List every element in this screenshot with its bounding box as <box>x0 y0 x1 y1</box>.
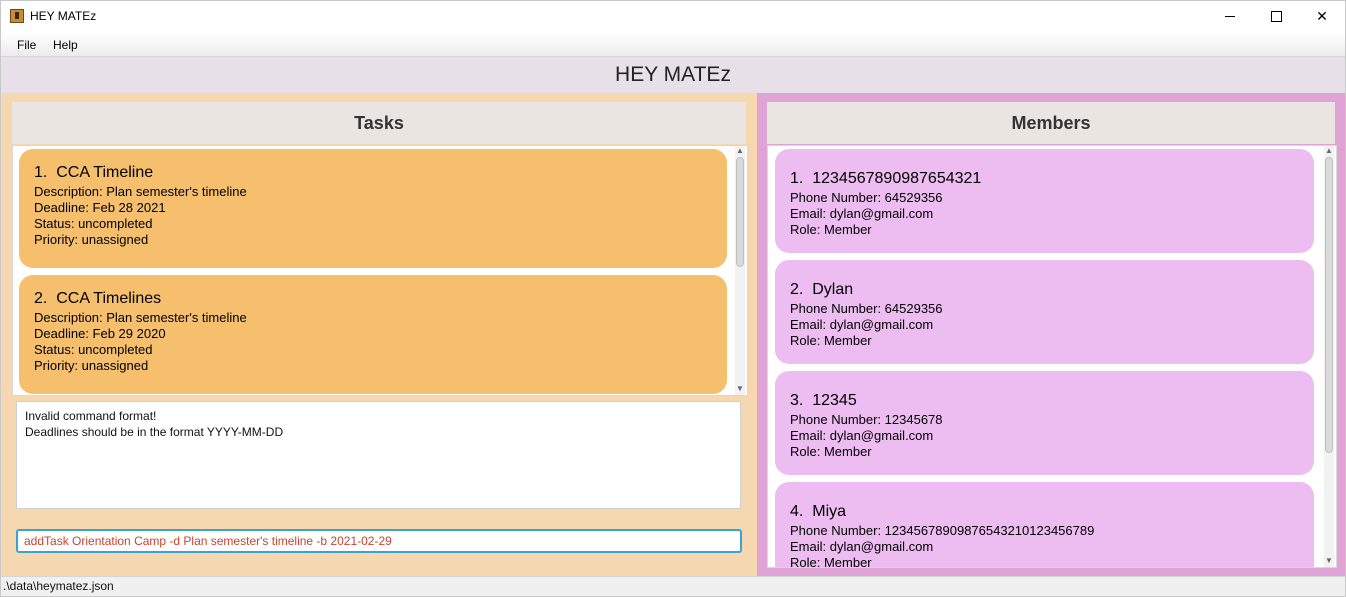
maximize-icon <box>1270 11 1282 22</box>
member-role: Role: Member <box>790 555 872 568</box>
scroll-thumb[interactable] <box>1325 157 1333 453</box>
member-title: 2. Dylan <box>790 280 1299 300</box>
member-index: 2. <box>790 281 804 298</box>
maximize-button[interactable] <box>1253 1 1299 32</box>
tasks-heading: Tasks <box>12 102 746 144</box>
task-index: 1. <box>34 164 48 181</box>
member-index: 3. <box>790 392 804 409</box>
task-priority: Priority: unassigned <box>34 232 149 247</box>
task-deadline: Deadline: Feb 28 2021 <box>34 200 166 215</box>
member-card[interactable]: 2. Dylan Phone Number: 64529356 Email: d… <box>775 260 1314 364</box>
window-title: HEY MATEz <box>30 9 97 23</box>
member-name: 12345 <box>812 392 857 409</box>
member-index: 4. <box>790 503 804 520</box>
task-card[interactable]: 2. CCA Timelines Description: Plan semes… <box>19 275 727 394</box>
close-icon: ✕ <box>1316 8 1328 24</box>
member-email: Email: dylan@gmail.com <box>790 428 934 443</box>
member-card[interactable]: 4. Miya Phone Number: 123456789098765432… <box>775 482 1314 568</box>
app-header-title: HEY MATEz <box>615 63 731 86</box>
members-heading-label: Members <box>1011 112 1091 133</box>
result-line: Invalid command format! <box>25 409 157 423</box>
scroll-up-icon[interactable]: ▲ <box>736 147 744 155</box>
close-button[interactable]: ✕ <box>1299 1 1345 32</box>
member-name: Dylan <box>812 281 854 298</box>
member-title: 4. Miya <box>790 502 1299 522</box>
task-priority: Priority: unassigned <box>34 358 149 373</box>
member-email: Email: dylan@gmail.com <box>790 317 934 332</box>
save-location: .\data\heymatez.json <box>3 579 114 593</box>
member-list-scrollbar[interactable]: ▲ ▼ <box>1324 146 1334 567</box>
task-list[interactable]: 1. CCA Timeline Description: Plan semest… <box>12 145 748 396</box>
member-role: Role: Member <box>790 222 872 237</box>
member-phone: Phone Number: 12345678 <box>790 412 943 427</box>
member-name: 1234567890987654321 <box>812 170 982 187</box>
tasks-heading-label: Tasks <box>354 112 404 133</box>
member-role: Role: Member <box>790 333 872 348</box>
title-bar[interactable]: HEY MATEz ✕ <box>1 1 1345 32</box>
menu-bar: File Help <box>1 32 1345 57</box>
menu-help[interactable]: Help <box>53 38 78 52</box>
member-email: Email: dylan@gmail.com <box>790 539 934 554</box>
result-line: Deadlines should be in the format YYYY-M… <box>25 425 284 439</box>
task-name: CCA Timelines <box>56 290 162 307</box>
member-phone: Phone Number: 64529356 <box>790 190 943 205</box>
task-status: Status: uncompleted <box>34 216 153 231</box>
task-card[interactable]: 1. CCA Timeline Description: Plan semest… <box>19 149 727 268</box>
app-header: HEY MATEz <box>1 57 1345 93</box>
member-card[interactable]: 3. 12345 Phone Number: 12345678 Email: d… <box>775 371 1314 475</box>
minimize-button[interactable] <box>1207 1 1253 32</box>
member-title: 1. 1234567890987654321 <box>790 169 1299 189</box>
result-display: Invalid command format! Deadlines should… <box>16 401 741 509</box>
status-bar: .\data\heymatez.json <box>1 576 1345 596</box>
scroll-down-icon[interactable]: ▼ <box>736 385 744 393</box>
member-title: 3. 12345 <box>790 391 1299 411</box>
tasks-panel: Tasks 1. CCA Timeline Description: Plan … <box>1 93 757 576</box>
menu-file[interactable]: File <box>17 38 36 52</box>
member-list[interactable]: 1. 1234567890987654321 Phone Number: 645… <box>767 145 1337 568</box>
scroll-down-icon[interactable]: ▼ <box>1325 557 1333 565</box>
members-heading: Members <box>767 102 1335 144</box>
member-card[interactable]: 1. 1234567890987654321 Phone Number: 645… <box>775 149 1314 253</box>
task-list-scrollbar[interactable]: ▲ ▼ <box>735 146 745 395</box>
members-panel: Members 1. 1234567890987654321 Phone Num… <box>757 93 1345 576</box>
task-description: Description: Plan semester's timeline <box>34 310 247 325</box>
app-icon <box>10 9 24 23</box>
scroll-thumb[interactable] <box>736 157 744 267</box>
member-index: 1. <box>790 170 804 187</box>
command-input[interactable] <box>16 529 742 553</box>
scroll-up-icon[interactable]: ▲ <box>1325 147 1333 155</box>
task-title: 2. CCA Timelines <box>34 289 712 309</box>
member-phone: Phone Number: 12345678909876543210123456… <box>790 523 1095 538</box>
task-name: CCA Timeline <box>56 164 154 181</box>
task-status: Status: uncompleted <box>34 342 153 357</box>
minimize-icon <box>1225 16 1235 17</box>
task-title: 1. CCA Timeline <box>34 163 712 183</box>
member-name: Miya <box>812 503 847 520</box>
member-role: Role: Member <box>790 444 872 459</box>
task-description: Description: Plan semester's timeline <box>34 184 247 199</box>
app-window: HEY MATEz ✕ File Help HEY MATEz Tasks 1.… <box>0 0 1346 597</box>
member-phone: Phone Number: 64529356 <box>790 301 943 316</box>
member-email: Email: dylan@gmail.com <box>790 206 934 221</box>
task-deadline: Deadline: Feb 29 2020 <box>34 326 166 341</box>
task-index: 2. <box>34 290 48 307</box>
